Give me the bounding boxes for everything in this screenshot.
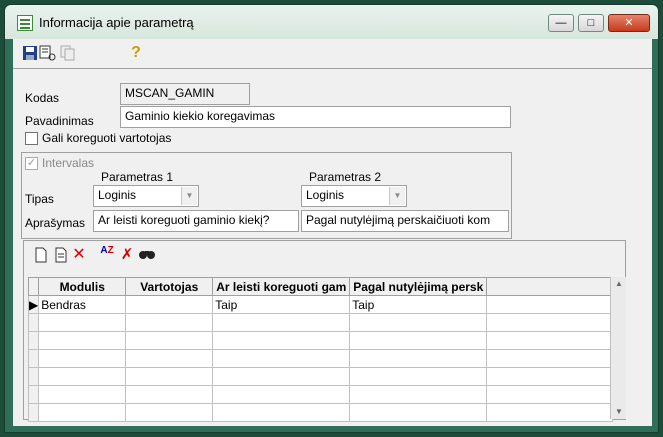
- tipas1-value: Loginis: [98, 188, 137, 202]
- kodas-label: Kodas: [25, 91, 60, 105]
- gali-koreguoti-checkbox[interactable]: [25, 132, 38, 145]
- aprasymas1-field[interactable]: Ar leisti koreguoti gaminio kiekį?: [93, 210, 299, 232]
- help-icon[interactable]: ?: [127, 44, 145, 62]
- sort-icon[interactable]: AZ: [98, 246, 116, 264]
- pavadinimas-field[interactable]: Gaminio kiekio koregavimas: [120, 106, 511, 128]
- tipas1-select[interactable]: Loginis ▼: [93, 185, 199, 207]
- parametras2-header: Parametras 2: [309, 170, 382, 184]
- clear-filter-icon[interactable]: ✗: [118, 246, 136, 264]
- kodas-field[interactable]: MSCAN_GAMIN: [120, 83, 250, 105]
- intervalas-label: Intervalas: [42, 156, 95, 170]
- aprasymas-label: Aprašymas: [25, 216, 86, 230]
- title-bar[interactable]: Informacija apie parametrą — □ ✕: [5, 5, 658, 39]
- table-row[interactable]: [27, 331, 614, 350]
- properties-icon[interactable]: [39, 45, 57, 63]
- table-row[interactable]: ▶ Bendras Taip Taip: [27, 295, 614, 314]
- tipas2-value: Loginis: [306, 188, 345, 202]
- copy-icon[interactable]: [59, 45, 77, 63]
- table-row[interactable]: [27, 367, 614, 386]
- new-icon[interactable]: [32, 247, 50, 265]
- cell-vartotojas[interactable]: [125, 295, 214, 314]
- chevron-down-icon[interactable]: ▼: [389, 187, 405, 205]
- chevron-down-icon[interactable]: ▼: [181, 187, 197, 205]
- form-icon: [17, 15, 33, 31]
- cell-ar-leisti[interactable]: Taip: [212, 295, 351, 314]
- cell-empty: [486, 295, 614, 314]
- column-header-ar-leisti[interactable]: Ar leisti koreguoti gam: [212, 277, 351, 296]
- gali-koreguoti-label: Gali koreguoti vartotojas: [42, 131, 172, 145]
- table-row[interactable]: [27, 385, 614, 404]
- grid-header-row: Modulis Vartotojas Ar leisti koreguoti g…: [27, 277, 614, 296]
- window: Informacija apie parametrą — □ ✕ ? Kodas…: [4, 4, 659, 433]
- vertical-scrollbar[interactable]: ▲ ▼: [610, 277, 626, 419]
- column-header-vartotojas[interactable]: Vartotojas: [125, 277, 214, 296]
- column-header-empty: [486, 277, 614, 296]
- intervalas-checkbox[interactable]: ✓: [25, 157, 38, 170]
- edit-icon[interactable]: [52, 247, 70, 265]
- scroll-up-icon[interactable]: ▲: [611, 277, 627, 291]
- scroll-down-icon[interactable]: ▼: [611, 405, 627, 419]
- window-title: Informacija apie parametrą: [39, 15, 194, 30]
- grid-toolbar: ✕ AZ ✗: [24, 241, 625, 269]
- maximize-button[interactable]: □: [578, 14, 604, 32]
- row-indicator-header: [27, 277, 40, 296]
- column-header-modulis[interactable]: Modulis: [38, 277, 127, 296]
- cell-pagal-nutylejima[interactable]: Taip: [349, 295, 488, 314]
- table-row[interactable]: [27, 313, 614, 332]
- column-header-pagal-nutylejima[interactable]: Pagal nutylėjimą persk: [349, 277, 488, 296]
- tipas-label: Tipas: [25, 192, 54, 206]
- table-row[interactable]: [27, 349, 614, 368]
- main-toolbar: ?: [13, 39, 652, 69]
- table-row[interactable]: [27, 403, 614, 422]
- minimize-button[interactable]: —: [548, 14, 574, 32]
- tipas2-select[interactable]: Loginis ▼: [301, 185, 407, 207]
- close-button[interactable]: ✕: [608, 14, 650, 32]
- data-grid: Modulis Vartotojas Ar leisti koreguoti g…: [27, 277, 614, 422]
- pavadinimas-label: Pavadinimas: [25, 114, 94, 128]
- dialog-body: ? Kodas MSCAN_GAMIN Pavadinimas Gaminio …: [13, 39, 652, 426]
- delete-icon[interactable]: ✕: [70, 246, 88, 264]
- grid-panel: ✕ AZ ✗ Modulis Vartotojas Ar leisti kore…: [23, 240, 626, 422]
- save-icon[interactable]: [21, 45, 39, 63]
- aprasymas2-field[interactable]: Pagal nutylėjimą perskaičiuoti kom: [301, 210, 509, 232]
- cell-modulis[interactable]: Bendras: [38, 295, 127, 314]
- find-icon[interactable]: [138, 247, 156, 265]
- current-row-indicator-icon: ▶: [27, 295, 40, 314]
- parametras1-header: Parametras 1: [101, 170, 174, 184]
